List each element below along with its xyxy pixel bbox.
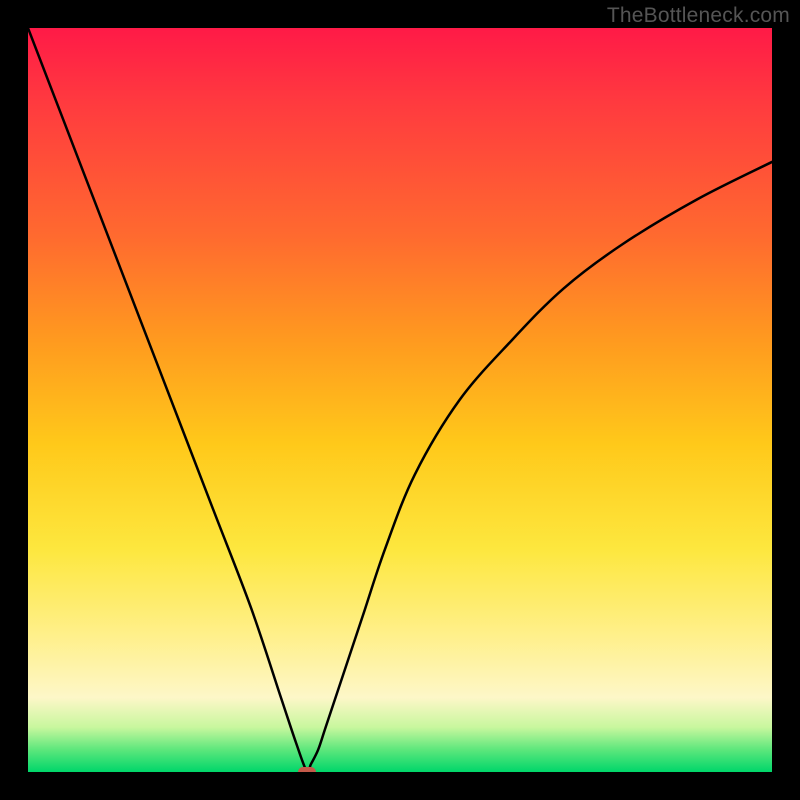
chart-frame: TheBottleneck.com <box>0 0 800 800</box>
watermark-text: TheBottleneck.com <box>607 4 790 28</box>
plot-area <box>28 28 772 772</box>
optimal-marker-icon <box>298 767 316 772</box>
bottleneck-curve <box>28 28 772 772</box>
